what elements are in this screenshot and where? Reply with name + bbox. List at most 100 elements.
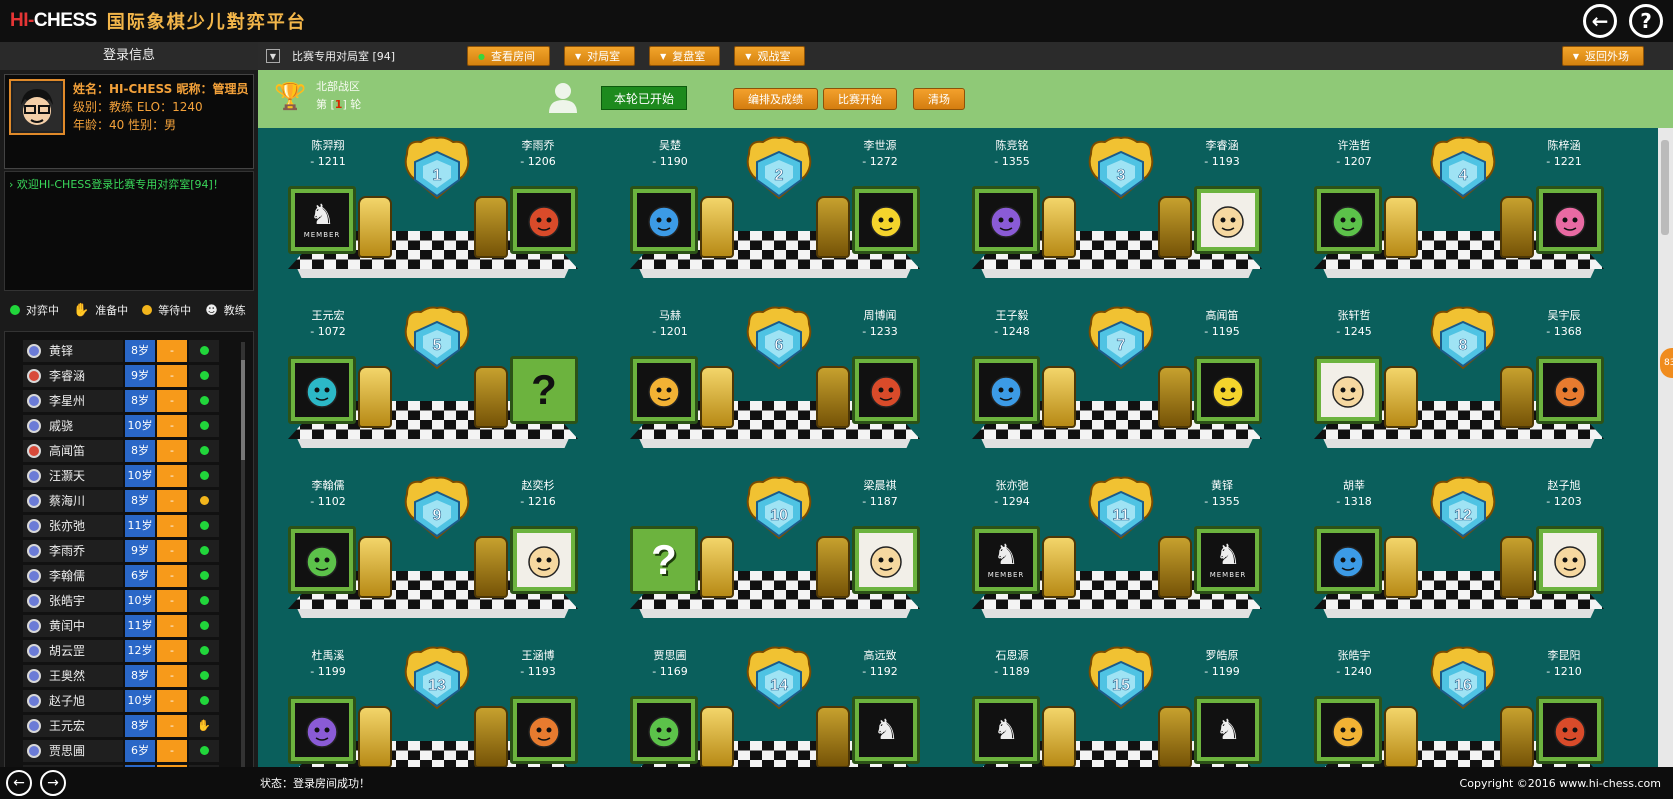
player-rank: - — [157, 714, 187, 737]
player-avatar[interactable] — [510, 186, 578, 254]
chess-table[interactable]: 胡莘 - 1318 赵子旭 - 1203 12 — [1314, 476, 1604, 626]
scrollbar-thumb[interactable] — [241, 360, 245, 460]
help-icon[interactable]: ? — [1629, 4, 1663, 38]
yellow-dot-icon — [142, 305, 153, 315]
player-avatar[interactable] — [1536, 186, 1604, 254]
table-row[interactable]: 李翰儒 6岁 - — [23, 563, 253, 588]
chess-table[interactable]: 张亦弛 - 1294 黄铎 - 1355 11 ♞ MEMBER ♞ MEMBER — [972, 476, 1262, 626]
player-avatar[interactable] — [1536, 356, 1604, 424]
schedule-results-button[interactable]: 编排及成绩 — [733, 88, 818, 110]
player-avatar[interactable]: ♞ MEMBER — [1194, 526, 1262, 594]
right-player-elo: - 1221 — [1546, 155, 1582, 168]
player-avatar[interactable]: ♞ MEMBER — [972, 526, 1040, 594]
player-list-scrollbar[interactable] — [241, 342, 245, 782]
return-button[interactable]: ▼ 返回外场 — [1561, 46, 1644, 66]
start-match-button[interactable]: 比赛开始 — [823, 88, 897, 110]
chess-table[interactable]: 石恩源 - 1189 罗皓原 - 1199 15 ♞ ♞ — [972, 646, 1262, 767]
player-avatar[interactable] — [852, 526, 920, 594]
table-row[interactable]: 李星州 8岁 - — [23, 388, 253, 413]
chess-table[interactable]: 贾思圃 - 1169 高远致 - 1192 14 ♞ — [630, 646, 920, 767]
legend-label: 对弈中 — [26, 304, 59, 317]
player-age: 8岁 — [125, 339, 155, 362]
player-avatar[interactable] — [1536, 696, 1604, 764]
top-icons: ← ? — [1583, 4, 1663, 38]
table-row[interactable]: 蔡海川 8岁 - — [23, 488, 253, 513]
player-name: 李星州 — [49, 394, 86, 408]
table-row[interactable]: 李雨乔 9岁 - — [23, 538, 253, 563]
player-avatar[interactable] — [1314, 186, 1382, 254]
player-avatar[interactable]: ♞ — [972, 696, 1040, 764]
player-avatar[interactable]: ♞ MEMBER — [288, 186, 356, 254]
player-avatar[interactable] — [1314, 526, 1382, 594]
chess-table[interactable]: 许浩哲 - 1207 陈梓涵 - 1221 4 — [1314, 136, 1604, 286]
player-avatar[interactable] — [852, 186, 920, 254]
right-player-name: 李昆阳 — [1547, 649, 1581, 662]
table-row[interactable]: 王元宏 8岁 - ✋ — [23, 713, 253, 738]
player-avatar[interactable] — [852, 356, 920, 424]
table-row[interactable]: 张亦弛 11岁 - — [23, 513, 253, 538]
table-row[interactable]: 汪灏天 10岁 - — [23, 463, 253, 488]
tab-view-room[interactable]: ● 查看房间 — [467, 46, 550, 66]
clear-room-button[interactable]: 清场 — [913, 88, 965, 110]
player-avatar[interactable] — [972, 356, 1040, 424]
player-avatar[interactable] — [630, 186, 698, 254]
player-avatar[interactable]: ♞ — [1194, 696, 1262, 764]
table-row[interactable]: 贾思圃 6岁 - — [23, 738, 253, 763]
collapse-toggle-icon[interactable]: ▼ — [266, 49, 280, 63]
chess-table[interactable]: 李翰儒 - 1102 赵奕杉 - 1216 9 — [288, 476, 578, 626]
player-avatar[interactable] — [972, 186, 1040, 254]
empty-seat-inner: ? — [517, 363, 571, 417]
round-number: 第 [1] 轮 — [316, 96, 361, 114]
player-avatar[interactable] — [288, 356, 356, 424]
player-avatar[interactable] — [1194, 186, 1262, 254]
tab-game-room[interactable]: ▼ 对局室 — [563, 46, 636, 66]
chess-table[interactable]: 马赫 - 1201 周博闻 - 1233 6 — [630, 306, 920, 456]
table-row[interactable]: 戚骁 10岁 - — [23, 413, 253, 438]
player-list: 黄铎 8岁 - 李睿涵 9岁 - 李星州 8岁 - 戚骁 10岁 - 高闻笛 8岁 - 汪灏天 10岁 - 蔡海川 8… — [4, 331, 254, 799]
round-prefix: 第 [ — [316, 98, 335, 111]
table-row[interactable]: 王奥然 8岁 - — [23, 663, 253, 688]
empty-seat[interactable]: ? — [510, 356, 578, 424]
player-avatar[interactable] — [288, 696, 356, 764]
player-avatar[interactable] — [510, 526, 578, 594]
tab-review-room[interactable]: ▼ 复盘室 — [649, 46, 721, 66]
tab-watch-room[interactable]: ▼ 观战室 — [734, 46, 806, 66]
player-avatar[interactable] — [1314, 356, 1382, 424]
chess-table[interactable]: 张皓宇 - 1240 李昆阳 - 1210 16 — [1314, 646, 1604, 767]
chess-table[interactable]: 梁晨祺 - 1187 10? — [630, 476, 920, 626]
player-avatar[interactable] — [1314, 696, 1382, 764]
player-avatar[interactable] — [1194, 356, 1262, 424]
chess-table[interactable]: 陈竞铭 - 1355 李睿涵 - 1193 3 — [972, 136, 1262, 286]
chess-table[interactable]: 杜禹溪 - 1199 王涵博 - 1193 13 — [288, 646, 578, 767]
player-status — [189, 364, 219, 387]
chess-table[interactable]: 张轩哲 - 1245 吴宇辰 - 1368 8 — [1314, 306, 1604, 456]
player-avatar[interactable] — [630, 356, 698, 424]
user-age-line: 年龄：40 性别：男 — [73, 118, 177, 132]
player-avatar[interactable] — [1536, 526, 1604, 594]
table-row[interactable]: 高闻笛 8岁 - — [23, 438, 253, 463]
prev-arrow-icon[interactable]: ← — [6, 770, 32, 796]
chess-table[interactable]: 陈羿翔 - 1211 李雨乔 - 1206 1 ♞ MEMBER — [288, 136, 578, 286]
next-arrow-icon[interactable]: → — [40, 770, 66, 796]
player-avatar[interactable] — [630, 696, 698, 764]
chess-table[interactable]: 吴楚 - 1190 李世源 - 1272 2 — [630, 136, 920, 286]
table-row[interactable]: 赵子旭 10岁 - — [23, 688, 253, 713]
player-avatar[interactable] — [510, 696, 578, 764]
player-avatar-icon — [27, 693, 41, 708]
table-row[interactable]: 李睿涵 9岁 - — [23, 363, 253, 388]
table-row[interactable]: 张皓宇 10岁 - — [23, 588, 253, 613]
chess-table[interactable]: 王元宏 - 1072 5? — [288, 306, 578, 456]
player-avatar[interactable] — [288, 526, 356, 594]
table-row[interactable]: 黄铎 8岁 - — [23, 338, 253, 363]
table-row[interactable]: 胡云罡 12岁 - — [23, 638, 253, 663]
back-arrow-icon[interactable]: ← — [1583, 4, 1617, 38]
board-scrollbar[interactable] — [1658, 128, 1673, 767]
table-row[interactable]: 黄闰中 11岁 - — [23, 613, 253, 638]
chess-table[interactable]: 王子毅 - 1248 高闻笛 - 1195 7 — [972, 306, 1262, 456]
empty-seat[interactable]: ? — [630, 526, 698, 594]
table-number-shield: 12 — [1430, 476, 1496, 540]
green-dot-icon — [199, 696, 209, 705]
board-scrollbar-thumb[interactable] — [1661, 140, 1669, 235]
player-avatar[interactable]: ♞ — [852, 696, 920, 764]
side-tab[interactable]: 83 — [1660, 348, 1673, 378]
